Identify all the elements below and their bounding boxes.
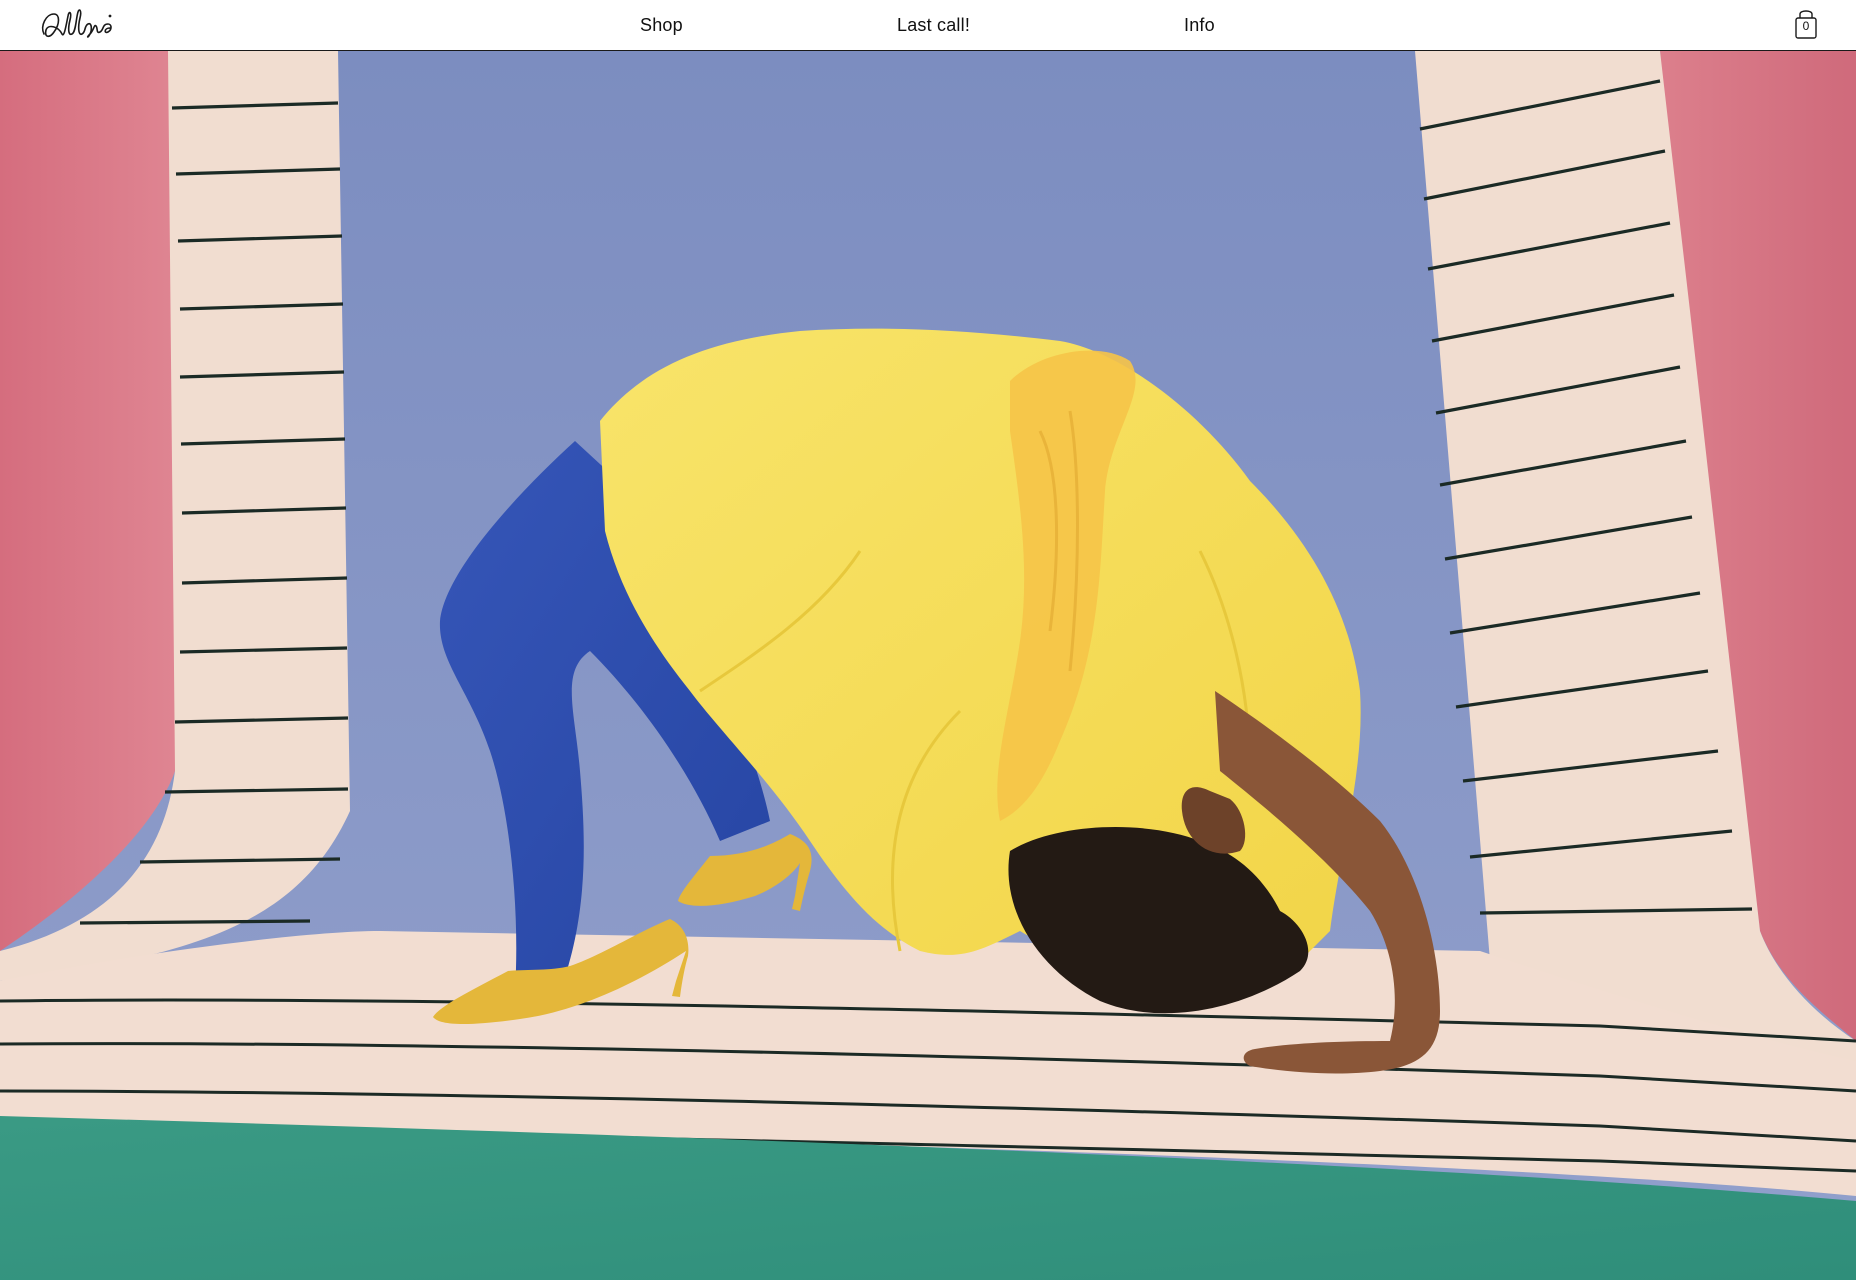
cart-button[interactable]: 0 — [1792, 6, 1820, 42]
nav-shop-link[interactable]: Shop — [640, 0, 683, 50]
hero-photo-icon — [0, 51, 1856, 1280]
page: Shop Last call! Info 0 — [0, 0, 1856, 1280]
cart-count-badge: 0 — [1802, 19, 1810, 33]
site-header: Shop Last call! Info 0 — [0, 0, 1856, 51]
hero-image — [0, 51, 1856, 1280]
nav-info-link[interactable]: Info — [1184, 0, 1215, 50]
brand-logo[interactable] — [38, 4, 118, 46]
logo-script-icon — [41, 9, 112, 38]
nav-last-call-link[interactable]: Last call! — [897, 0, 970, 50]
